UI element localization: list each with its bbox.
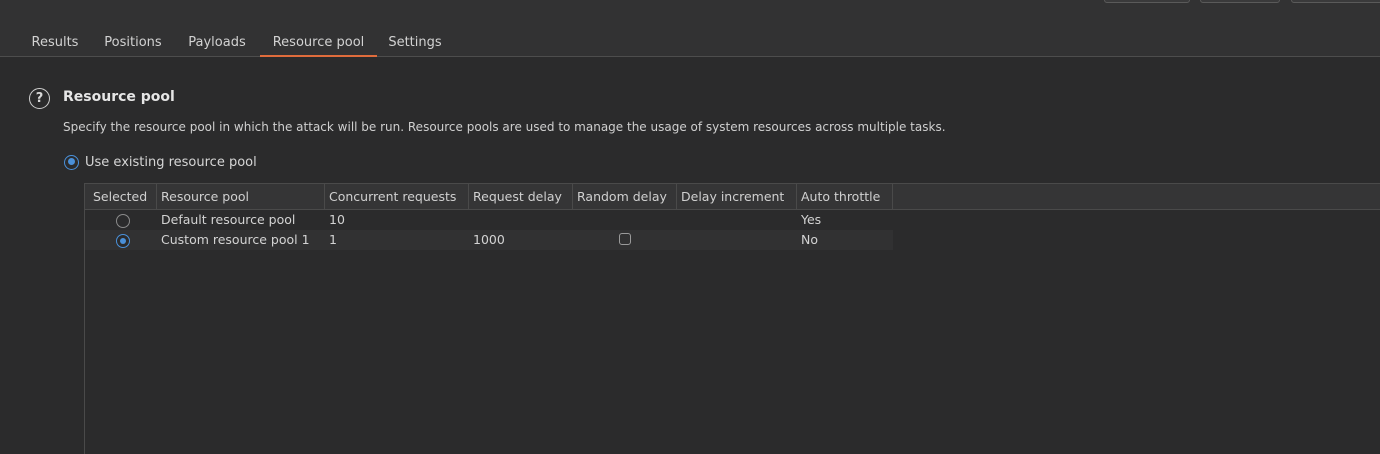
help-icon[interactable]: ? <box>29 88 50 109</box>
row-select-cell <box>89 210 157 230</box>
table-row[interactable]: Custom resource pool 1 1 1000 No <box>85 230 893 250</box>
row-select-radio[interactable] <box>116 234 130 248</box>
tab-bar: Results Positions Payloads Resource pool… <box>0 30 1380 57</box>
request-delay-cell: 1000 <box>473 232 505 247</box>
toolbar-button[interactable] <box>1200 0 1280 3</box>
resource-pool-table: Selected Resource pool Concurrent reques… <box>84 183 1380 454</box>
auto-throttle-cell: Yes <box>801 212 822 227</box>
random-delay-cell <box>573 210 677 230</box>
column-header-concurrent-requests[interactable]: Concurrent requests <box>325 184 469 209</box>
concurrent-requests-cell: 1 <box>329 232 337 247</box>
concurrent-requests-cell: 10 <box>329 212 345 227</box>
use-existing-pool-radio[interactable] <box>64 154 79 170</box>
row-select-radio[interactable] <box>116 214 130 228</box>
pool-name-cell: Default resource pool <box>161 212 296 227</box>
column-header-auto-throttle[interactable]: Auto throttle <box>797 184 893 209</box>
random-delay-cell <box>573 230 677 250</box>
tab-results[interactable]: Results <box>22 30 88 56</box>
use-existing-pool-label: Use existing resource pool <box>85 154 257 170</box>
section-title: Resource pool <box>63 89 175 105</box>
column-header-selected[interactable]: Selected <box>89 184 157 209</box>
column-header-resource-pool[interactable]: Resource pool <box>157 184 325 209</box>
section-description: Specify the resource pool in which the a… <box>63 120 946 134</box>
request-delay-cell <box>469 210 573 230</box>
column-header-request-delay[interactable]: Request delay <box>469 184 573 209</box>
tab-positions[interactable]: Positions <box>95 30 171 56</box>
resource-pool-page: Results Positions Payloads Resource pool… <box>0 0 1380 454</box>
column-header-random-delay[interactable]: Random delay <box>573 184 677 209</box>
content-panel: ? Resource pool Specify the resource poo… <box>0 57 1380 454</box>
toolbar-button[interactable] <box>1291 0 1380 3</box>
tab-payloads[interactable]: Payloads <box>178 30 256 56</box>
auto-throttle-cell: No <box>801 232 818 247</box>
column-header-delay-increment[interactable]: Delay increment <box>677 184 797 209</box>
use-existing-pool-option[interactable]: Use existing resource pool <box>64 153 257 171</box>
table-row[interactable]: Default resource pool 10 Yes <box>85 210 893 230</box>
table-header: Selected Resource pool Concurrent reques… <box>85 184 1380 210</box>
delay-increment-cell <box>677 230 797 250</box>
top-toolbar <box>0 0 1380 30</box>
delay-increment-cell <box>677 210 797 230</box>
tab-settings[interactable]: Settings <box>380 30 450 56</box>
tab-resource-pool[interactable]: Resource pool <box>260 30 377 57</box>
row-select-cell <box>89 230 157 250</box>
random-delay-checkbox[interactable] <box>619 233 631 245</box>
toolbar-button[interactable] <box>1104 0 1190 3</box>
pool-name-cell: Custom resource pool 1 <box>161 232 310 247</box>
